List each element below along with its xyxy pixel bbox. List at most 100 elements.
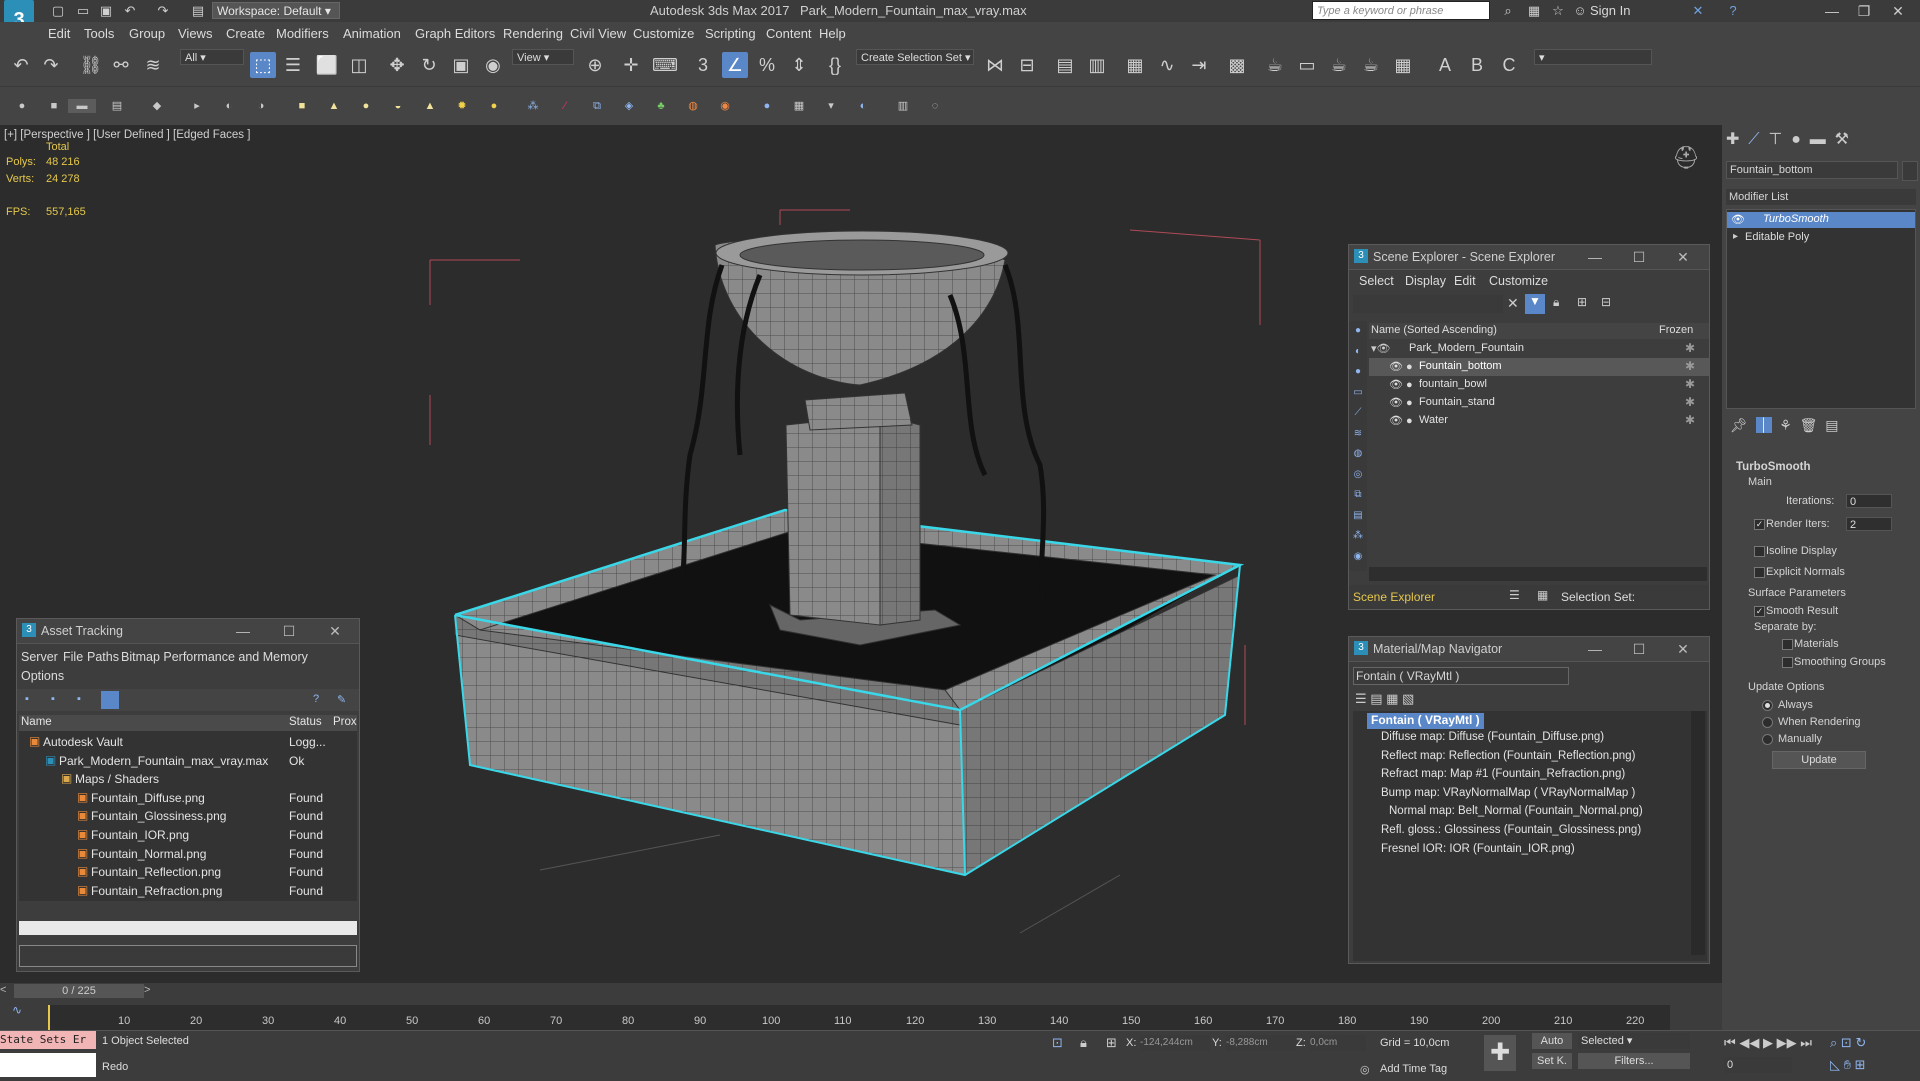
angle-snap-icon[interactable]: ∠ (722, 52, 748, 78)
menu-views[interactable]: Views (178, 26, 212, 41)
materials-checkbox[interactable] (1782, 639, 1793, 650)
scene-search-input[interactable] (1353, 295, 1503, 313)
next-frame-icon[interactable]: ▶▶ (1777, 1035, 1797, 1050)
previous-frame-icon[interactable]: ◀◀ (1739, 1035, 1759, 1050)
undo-icon[interactable]: ↶ (8, 52, 34, 78)
layer-icon[interactable]: ⊟ (1601, 295, 1611, 309)
rotate-icon[interactable]: ↻ (416, 52, 442, 78)
motion-tab-icon[interactable]: ● (1791, 131, 1801, 148)
asset-horizontal-scrollbar[interactable] (19, 921, 357, 935)
tool-icon-4[interactable]: ▤ (110, 99, 124, 113)
render-in-cloud-icon[interactable]: ▦ (1390, 52, 1416, 78)
z-coordinate-field[interactable]: 0,0cm (1310, 1035, 1366, 1051)
asset-tool-icon[interactable]: ▪ (51, 693, 55, 705)
map-item-ior[interactable]: Fresnel IOR: IOR (Fountain_IOR.png) (1381, 843, 1575, 855)
asset-tracking-titlebar[interactable]: 3 Asset Tracking — ☐ ✕ (17, 619, 359, 644)
select-by-name-icon[interactable]: ☰ (280, 52, 306, 78)
mirror-icon[interactable]: ⋈ (982, 52, 1008, 78)
box-icon[interactable]: ■ (295, 99, 309, 113)
isolate-icon[interactable]: ⊡ (1052, 1035, 1063, 1051)
frozen-icon[interactable]: ✱ (1685, 341, 1695, 355)
smoothing-groups-checkbox[interactable] (1782, 657, 1793, 668)
scene-horizontal-scrollbar[interactable] (1369, 567, 1707, 581)
material-icon[interactable]: ◍ (686, 99, 700, 113)
selection-filter-dropdown[interactable]: All ▾ (180, 49, 244, 65)
col-frozen-header[interactable]: Frozen (1659, 324, 1693, 336)
link-icon[interactable]: ⛓ (78, 52, 104, 78)
hierarchy-icon[interactable]: ⊞ (1577, 295, 1587, 309)
open-file-icon[interactable]: ▭ (75, 3, 91, 19)
tool-icon-3[interactable]: ▬ (68, 99, 96, 113)
go-to-start-icon[interactable]: ⏮ (1724, 1035, 1736, 1050)
menu-animation[interactable]: Animation (343, 26, 401, 41)
save-file-icon[interactable]: ▣ (98, 3, 114, 19)
maximize-icon[interactable]: ☐ (279, 622, 299, 640)
move-icon[interactable]: ✥ (384, 52, 410, 78)
menu-modifiers[interactable]: Modifiers (276, 26, 329, 41)
y-coordinate-field[interactable]: -8,288cm (1226, 1035, 1296, 1051)
place-icon[interactable]: ◉ (480, 52, 506, 78)
asset-menu-options[interactable]: Options (21, 669, 64, 683)
tool-icon-6[interactable]: ▸ (190, 99, 204, 113)
object-color-swatch[interactable] (1902, 161, 1918, 181)
redo-icon[interactable]: ↷ (38, 52, 64, 78)
maximize-icon[interactable]: ☐ (1629, 248, 1649, 266)
selection-set-icon[interactable]: ▦ (1537, 588, 1548, 602)
menu-rendering[interactable]: Rendering (503, 26, 563, 41)
filter-icon[interactable]: ▼ (1525, 294, 1545, 314)
expand-icon[interactable]: ▾👁︎ (1371, 342, 1391, 355)
bind-spacewarp-icon[interactable]: ≋ (140, 52, 166, 78)
menu-content[interactable]: Content (766, 26, 812, 41)
menu-customize[interactable]: Customize (633, 26, 694, 41)
schematic-view-icon[interactable]: ⇥ (1186, 52, 1212, 78)
go-to-end-icon[interactable]: ⏭ (1800, 1035, 1812, 1050)
frozen-icon[interactable]: ✱ (1685, 413, 1695, 427)
render-iters-checkbox[interactable]: ✓ (1754, 519, 1765, 530)
particle-icon[interactable]: ⁂ (526, 99, 540, 113)
spinner-snap-icon[interactable]: ⇕ (786, 52, 812, 78)
frozen-icon[interactable]: ✱ (1685, 395, 1695, 409)
snaps-toggle-icon[interactable]: 3 (690, 52, 716, 78)
helper-icon[interactable]: ⧉ (590, 99, 604, 113)
col-proxy[interactable]: Prox (333, 716, 357, 728)
viewport-icon-2[interactable]: ▦ (792, 99, 806, 113)
rectangular-selection-icon[interactable]: ⬜ (314, 52, 340, 78)
cone-icon[interactable]: ▲ (327, 99, 341, 113)
selection-set-dropdown[interactable]: Create Selection Set ▾ (856, 49, 974, 65)
select-object-icon[interactable]: ⬚ (250, 52, 276, 78)
auto-key-button[interactable]: Auto (1532, 1033, 1572, 1049)
menu-scripting[interactable]: Scripting (705, 26, 756, 41)
text-b-icon[interactable]: B (1464, 52, 1490, 78)
scene-item-row[interactable]: 👁︎ ● Fountain_stand ✱ (1369, 394, 1709, 412)
stack-item-turbosmooth[interactable]: 👁︎ TurboSmooth (1727, 212, 1915, 228)
orbit-icon[interactable]: ↻ (1855, 1035, 1866, 1050)
percent-snap-icon[interactable]: % (754, 52, 780, 78)
search-input[interactable]: Type a keyword or phrase (1312, 1, 1490, 20)
visibility-icon[interactable]: 👁︎ ● (1389, 378, 1413, 391)
star-icon[interactable]: ☆ (1550, 3, 1566, 19)
hierarchy-tab-icon[interactable]: ⊤ (1768, 131, 1782, 148)
lock-icon[interactable]: 🔒︎ (1553, 295, 1559, 310)
render-iters-spinner[interactable]: 2 (1846, 517, 1892, 531)
time-tag-icon[interactable]: ◎ (1360, 1063, 1370, 1076)
close-icon[interactable]: ✕ (1673, 248, 1693, 266)
material-vertical-scrollbar[interactable] (1691, 711, 1705, 955)
table-row[interactable]: ▣ Fountain_IOR.png Found (19, 826, 357, 845)
viewport-icon-1[interactable]: ● (760, 99, 774, 113)
binoculars-icon[interactable]: ⌕ (1500, 3, 1516, 19)
visibility-icon[interactable]: 👁︎ ● (1389, 396, 1413, 409)
scene-item-row[interactable]: 👁︎ ● Water ✱ (1369, 412, 1709, 430)
filters-button[interactable]: Filters... (1578, 1053, 1690, 1069)
menu-create[interactable]: Create (226, 26, 265, 41)
tool-icon-5[interactable]: ◆ (150, 99, 164, 113)
material-navigator-titlebar[interactable]: 3 Material/Map Navigator — ☐ ✕ (1349, 637, 1709, 662)
subscription-icon[interactable]: ▦ (1526, 3, 1542, 19)
x-coordinate-field[interactable]: -124,244cm (1140, 1035, 1210, 1051)
keyboard-shortcut-icon[interactable]: ⌨ (652, 52, 678, 78)
scene-menu-select[interactable]: Select (1359, 274, 1394, 288)
explicit-normals-checkbox[interactable] (1754, 567, 1765, 578)
scene-root-row[interactable]: ▾👁︎ Park_Modern_Fountain ✱ (1369, 340, 1709, 358)
redo-icon[interactable]: ↷ (155, 3, 171, 19)
visibility-icon[interactable]: 👁︎ ● (1389, 414, 1413, 427)
table-row[interactable]: ▣ Fountain_Reflection.png Found (19, 863, 357, 882)
